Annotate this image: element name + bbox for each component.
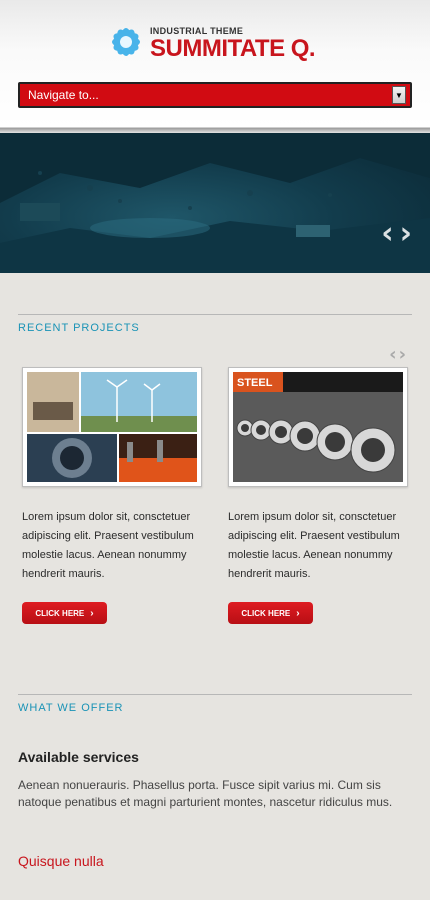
quisque-nulla-heading[interactable]: Quisque nulla	[18, 853, 104, 869]
button-label: CLICK HERE	[35, 608, 85, 618]
project-card: Lorem ipsum dolor sit, consctetuer adipi…	[22, 367, 202, 624]
navigate-select-value: Navigate to...	[28, 88, 99, 102]
dropdown-arrow-icon[interactable]: ▼	[392, 86, 406, 104]
what-we-offer-title: WHAT WE OFFER	[18, 702, 124, 714]
hero-slider: ‹ ›	[0, 133, 430, 273]
project-description: Lorem ipsum dolor sit, consctetuer adipi…	[228, 511, 400, 580]
slider-next-icon[interactable]: ›	[400, 219, 412, 249]
offer-paragraph: Aenean nonuerauris. Phasellus porta. Fus…	[18, 778, 393, 809]
project-description: Lorem ipsum dolor sit, consctetuer adipi…	[22, 511, 194, 580]
project-steel-image: STEEL	[233, 372, 403, 482]
site-header: INDUSTRIAL THEME SUMMITATE Q. Navigate t…	[0, 0, 430, 128]
project-thumbnail[interactable]	[22, 367, 202, 487]
slider-prev-icon[interactable]: ‹	[381, 219, 393, 249]
section-divider	[18, 314, 412, 315]
projects-next-icon[interactable]: ›	[399, 344, 406, 365]
available-services-heading: Available services	[18, 749, 139, 765]
projects-prev-icon[interactable]: ‹	[389, 344, 396, 365]
project-card: STEEL Lorem ipsum dolor sit, consctetuer…	[228, 367, 408, 624]
logo-name: SUMMITATE Q.	[150, 35, 316, 62]
navigate-select[interactable]: Navigate to... ▼	[18, 82, 412, 108]
click-here-button[interactable]: CLICK HERE ›	[228, 602, 313, 624]
project-thumbnail[interactable]: STEEL	[228, 367, 408, 487]
click-here-button[interactable]: CLICK HERE ›	[22, 602, 107, 624]
section-divider	[18, 694, 412, 695]
chevron-right-icon: ›	[90, 607, 94, 619]
chevron-right-icon: ›	[296, 607, 300, 619]
logo[interactable]: INDUSTRIAL THEME SUMMITATE Q.	[108, 24, 316, 64]
steel-image-label: STEEL	[237, 377, 273, 389]
project-collage-image	[27, 372, 197, 482]
hero-image	[0, 133, 430, 273]
logo-flower-icon	[112, 28, 140, 56]
projects-carousel-nav: ‹ ›	[389, 344, 406, 365]
button-label: CLICK HERE	[241, 608, 291, 618]
recent-projects-title: RECENT PROJECTS	[18, 322, 140, 334]
